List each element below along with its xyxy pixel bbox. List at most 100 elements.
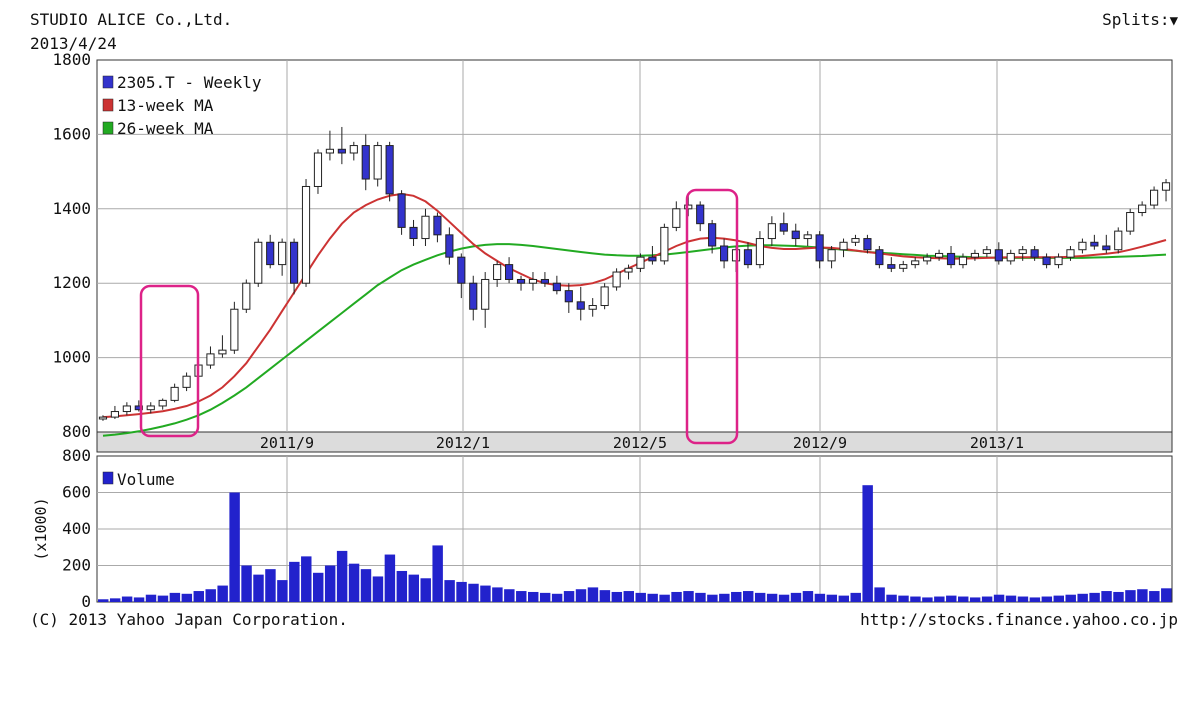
volume-y-tick: 200	[62, 556, 91, 575]
candle-body	[98, 416, 108, 420]
volume-bar	[551, 593, 563, 602]
volume-bar	[181, 593, 193, 602]
volume-bar	[826, 594, 838, 602]
volume-bar	[922, 597, 933, 602]
volume-bar	[1053, 595, 1064, 602]
volume-bar	[635, 592, 646, 602]
candle-body	[110, 411, 120, 418]
volume-bar	[444, 580, 455, 602]
volume-y-tick: 600	[62, 483, 91, 502]
volume-bar	[719, 593, 730, 602]
copyright-text: (C) 2013 Yahoo Japan Corporation.	[30, 610, 348, 629]
candle-body	[911, 260, 920, 266]
volume-bar	[766, 593, 778, 602]
legend-label: 13-week MA	[117, 96, 214, 115]
volume-bar	[145, 594, 157, 602]
candle-body	[935, 252, 944, 258]
volume-bar	[707, 594, 718, 602]
volume-bar	[1077, 593, 1088, 602]
candle-body	[1161, 182, 1171, 191]
candle-body	[361, 145, 370, 180]
volume-bar	[384, 554, 396, 602]
candle-body	[349, 145, 358, 154]
volume-bar	[336, 550, 348, 602]
candle-body	[409, 226, 418, 240]
candle-body	[146, 405, 155, 411]
volume-bar	[1161, 588, 1172, 602]
candle-body	[445, 234, 454, 258]
legend-label: 2305.T - Weekly	[117, 73, 262, 92]
volume-bar	[265, 569, 276, 602]
candle-body	[660, 226, 669, 262]
candle-body	[301, 185, 311, 284]
price-y-tick: 1200	[52, 273, 91, 292]
legend-label: 26-week MA	[117, 119, 214, 138]
volume-bar	[504, 589, 515, 602]
candle-body	[815, 234, 824, 262]
candle-body	[278, 241, 287, 266]
candle-body	[552, 282, 561, 292]
candle-body	[493, 264, 502, 280]
candle-body	[994, 249, 1003, 262]
volume-bar	[1125, 590, 1136, 602]
source-link[interactable]: http://stocks.finance.yahoo.co.jp	[860, 610, 1178, 629]
candle-body	[636, 256, 645, 269]
volume-bar	[109, 598, 121, 602]
volume-y-tick: 800	[62, 446, 91, 465]
volume-y-tick: 400	[62, 519, 91, 538]
candle-body	[230, 308, 239, 351]
candle-body	[851, 238, 860, 243]
volume-bar	[575, 589, 587, 602]
volume-bar	[241, 565, 252, 602]
volume-bar	[790, 592, 802, 602]
candle-body	[564, 290, 573, 303]
candle-body	[433, 215, 442, 236]
candle-body	[1066, 249, 1075, 258]
candle-body	[1018, 249, 1027, 254]
volume-bar	[647, 593, 658, 602]
volume-bar	[934, 596, 945, 602]
candle-body	[648, 256, 657, 262]
candle-body	[122, 405, 131, 413]
volume-bar	[683, 591, 694, 602]
candle-body	[182, 375, 191, 388]
legend-swatch	[102, 471, 114, 485]
candle-body	[1006, 252, 1015, 262]
candle-body	[923, 256, 932, 262]
volume-bar	[695, 592, 706, 602]
volume-bar	[993, 594, 1005, 602]
volume-bar	[98, 599, 109, 602]
candle-body	[958, 256, 968, 266]
candle-body	[576, 301, 585, 310]
volume-bar	[802, 591, 814, 602]
candle-body	[970, 252, 979, 258]
candle-body	[1138, 204, 1147, 214]
candle-body	[624, 267, 633, 273]
volume-bar	[958, 596, 969, 602]
x-tick-label: 2012/9	[793, 434, 847, 452]
volume-bar	[743, 591, 754, 602]
candle-body	[1054, 256, 1063, 266]
legend-swatch	[102, 98, 114, 112]
candle-body	[982, 249, 991, 254]
candle-body	[1030, 249, 1039, 258]
candle-body	[803, 234, 812, 240]
price-y-tick: 1000	[52, 348, 91, 367]
volume-bar	[1149, 591, 1160, 602]
volume-bar	[1065, 594, 1076, 602]
candle-body	[266, 241, 275, 266]
volume-bar	[838, 595, 849, 602]
candle-body	[1102, 245, 1111, 251]
volume-bar	[898, 595, 909, 602]
candle-body	[720, 245, 729, 262]
candle-body	[588, 305, 597, 310]
candle-body	[899, 264, 908, 269]
candle-body	[887, 264, 896, 269]
volume-bar	[539, 592, 551, 602]
candle-body	[505, 264, 514, 280]
candle-body	[1090, 241, 1099, 247]
volume-bar	[946, 595, 957, 602]
x-tick-label: 2013/1	[970, 434, 1024, 452]
volume-bar	[121, 596, 133, 602]
volume-bar	[253, 574, 264, 602]
